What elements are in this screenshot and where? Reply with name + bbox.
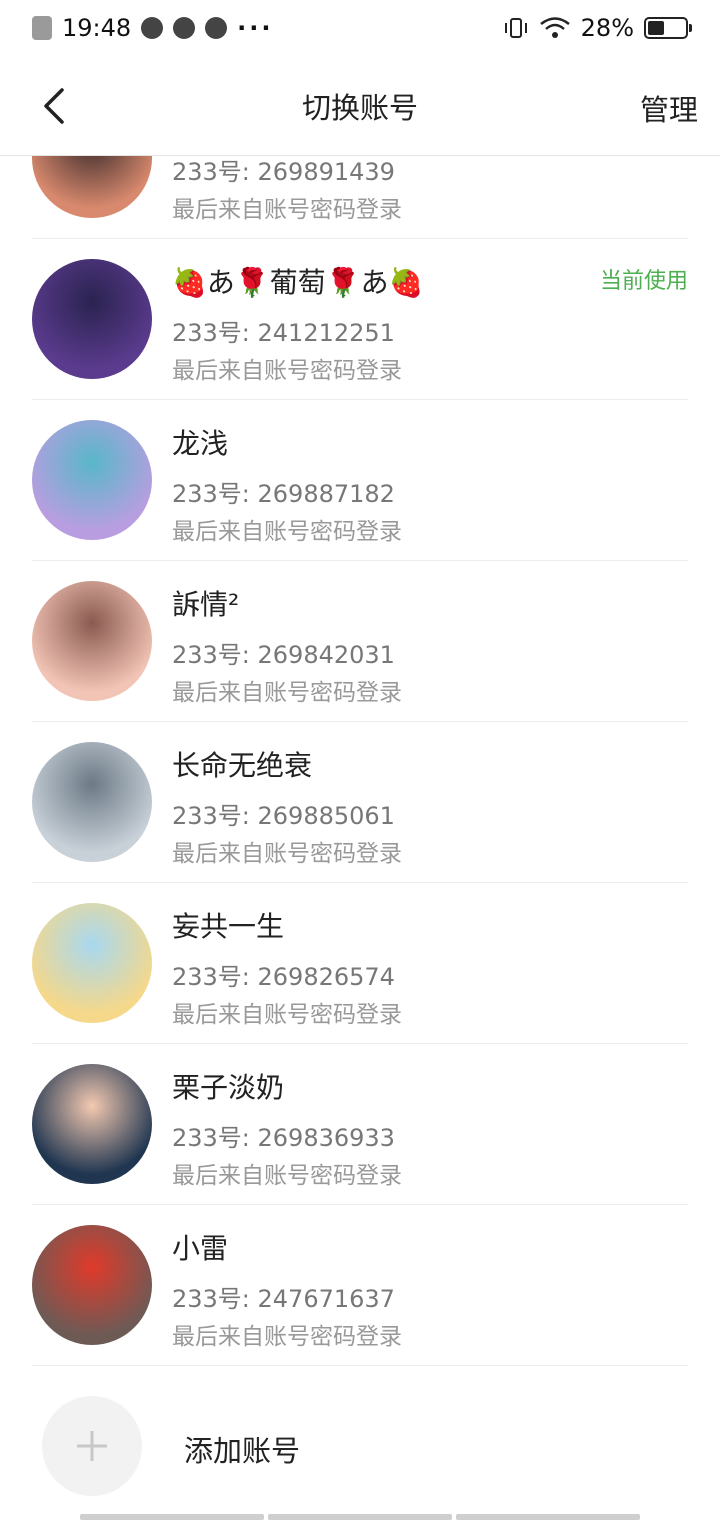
account-login-source: 最后来自账号密码登录 — [172, 1324, 402, 1350]
bottom-bar-segment — [268, 1514, 452, 1520]
status-left: 19:48 ··· — [32, 14, 274, 42]
more-notif-dots: ··· — [237, 14, 274, 42]
wifi-icon — [539, 17, 570, 38]
account-id: 233号: 269891439 — [172, 158, 395, 186]
status-time: 19:48 — [62, 14, 132, 42]
vpn-icon — [173, 17, 196, 39]
account-login-source: 最后来自账号密码登录 — [172, 519, 402, 545]
account-id: 233号: 241212251 — [172, 319, 395, 347]
account-row[interactable]: 訴情² 233号: 269842031 最后来自账号密码登录 — [32, 561, 688, 722]
account-row[interactable]: 长命无绝衰 233号: 269885061 最后来自账号密码登录 — [32, 722, 688, 883]
close-notif-icon — [32, 16, 52, 40]
q-app-icon — [141, 17, 164, 39]
nav-bar: 切换账号 管理 — [0, 56, 720, 156]
account-id: 233号: 269842031 — [172, 641, 395, 669]
avatar — [32, 420, 152, 540]
battery-percent: 28% — [580, 14, 634, 42]
avatar — [32, 742, 152, 862]
account-id: 233号: 269885061 — [172, 802, 395, 830]
account-row[interactable]: 🍓あ🌹葡萄🌹あ🍓 233号: 241212251 最后来自账号密码登录 当前使用 — [32, 239, 688, 400]
account-list[interactable]: 233号: 269891439 最后来自账号密码登录 🍓あ🌹葡萄🌹あ🍓 233号: 2… — [0, 156, 720, 1520]
add-account-button[interactable]: 添加账号 — [32, 1366, 688, 1520]
avatar — [32, 1225, 152, 1345]
account-name: 訴情² — [172, 588, 240, 621]
current-account-tag: 当前使用 — [599, 269, 688, 294]
bottom-bar-segment — [80, 1514, 264, 1520]
account-login-source: 最后来自账号密码登录 — [172, 1163, 402, 1189]
account-name: 长命无绝衰 — [172, 749, 313, 782]
chevron-left-icon — [44, 88, 64, 124]
account-id: 233号: 247671637 — [172, 1285, 395, 1313]
account-row[interactable]: 龙浅 233号: 269887182 最后来自账号密码登录 — [32, 400, 688, 561]
account-login-source: 最后来自账号密码登录 — [172, 358, 402, 384]
account-login-source: 最后来自账号密码登录 — [172, 197, 402, 223]
account-login-source: 最后来自账号密码登录 — [172, 680, 402, 706]
account-list-content: 233号: 269891439 最后来自账号密码登录 🍓あ🌹葡萄🌹あ🍓 233号: 2… — [0, 156, 720, 1520]
play-app-icon — [205, 17, 228, 39]
vibrate-icon — [504, 18, 527, 38]
account-id: 233号: 269826574 — [172, 963, 395, 991]
account-name: 妄共一生 — [172, 910, 285, 943]
account-name: 栗子淡奶 — [172, 1071, 285, 1104]
avatar — [32, 903, 152, 1023]
bottom-indicator — [80, 1514, 640, 1520]
bottom-bar-segment — [456, 1514, 640, 1520]
avatar — [32, 156, 152, 218]
battery-icon — [644, 17, 692, 39]
account-row[interactable]: 小雷 233号: 247671637 最后来自账号密码登录 — [32, 1205, 688, 1366]
account-name: 🍓あ🌹葡萄🌹あ🍓 — [172, 266, 424, 299]
back-button[interactable] — [30, 82, 78, 130]
account-id: 233号: 269887182 — [172, 480, 395, 508]
status-right: 28% — [503, 14, 692, 42]
account-name: 小雷 — [172, 1232, 229, 1265]
avatar — [32, 581, 152, 701]
add-account-circle[interactable] — [42, 1396, 142, 1496]
plus-icon — [77, 1431, 107, 1461]
account-id: 233号: 269836933 — [172, 1124, 395, 1152]
account-row[interactable]: 妄共一生 233号: 269826574 最后来自账号密码登录 — [32, 883, 688, 1044]
manage-button[interactable]: 管理 — [640, 87, 698, 129]
avatar — [32, 259, 152, 379]
account-name: 龙浅 — [172, 427, 229, 460]
status-bar: 19:48 ··· 28% — [0, 0, 720, 56]
account-row[interactable]: 233号: 269891439 最后来自账号密码登录 — [32, 156, 688, 239]
account-login-source: 最后来自账号密码登录 — [172, 841, 402, 867]
avatar — [32, 1064, 152, 1184]
add-account-label: 添加账号 — [184, 1434, 301, 1468]
battery-level-fill — [648, 21, 664, 35]
page-title: 切换账号 — [301, 90, 418, 125]
account-login-source: 最后来自账号密码登录 — [172, 1002, 402, 1028]
account-row[interactable]: 栗子淡奶 233号: 269836933 最后来自账号密码登录 — [32, 1044, 688, 1205]
